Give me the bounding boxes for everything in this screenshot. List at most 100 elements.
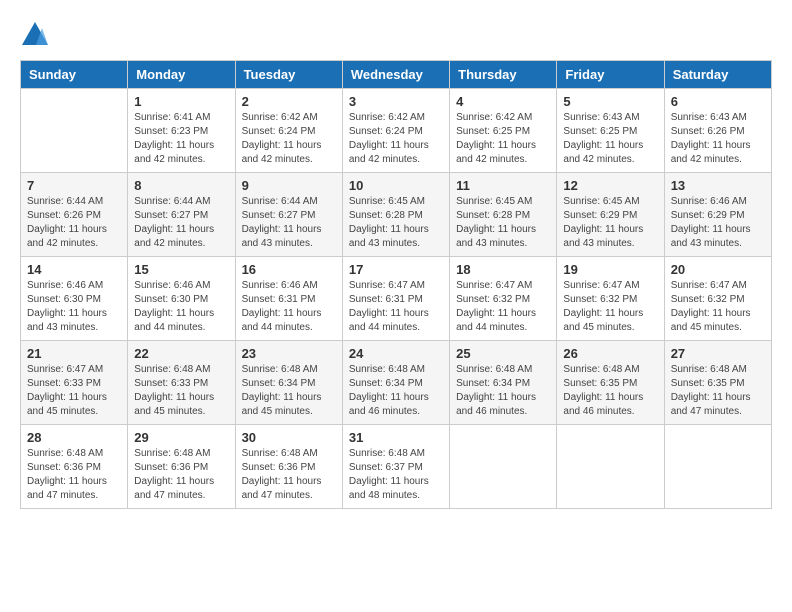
day-number: 28 xyxy=(27,430,121,445)
cell-info: Sunrise: 6:48 AM Sunset: 6:33 PM Dayligh… xyxy=(134,363,228,419)
calendar-cell: 20 Sunrise: 6:47 AM Sunset: 6:32 PM Dayli… xyxy=(664,257,771,341)
cell-info: Sunrise: 6:44 AM Sunset: 6:27 PM Dayligh… xyxy=(242,195,336,251)
column-header-wednesday: Wednesday xyxy=(342,61,449,89)
cell-info: Sunrise: 6:47 AM Sunset: 6:33 PM Dayligh… xyxy=(27,363,121,419)
cell-info: Sunrise: 6:42 AM Sunset: 6:25 PM Dayligh… xyxy=(456,111,550,167)
day-number: 2 xyxy=(242,94,336,109)
day-number: 24 xyxy=(349,346,443,361)
cell-info: Sunrise: 6:47 AM Sunset: 6:32 PM Dayligh… xyxy=(671,279,765,335)
cell-info: Sunrise: 6:48 AM Sunset: 6:35 PM Dayligh… xyxy=(671,363,765,419)
cell-info: Sunrise: 6:45 AM Sunset: 6:28 PM Dayligh… xyxy=(456,195,550,251)
day-number: 23 xyxy=(242,346,336,361)
calendar-cell: 27 Sunrise: 6:48 AM Sunset: 6:35 PM Dayli… xyxy=(664,341,771,425)
calendar-header: SundayMondayTuesdayWednesdayThursdayFrid… xyxy=(21,61,772,89)
day-number: 20 xyxy=(671,262,765,277)
calendar-cell: 21 Sunrise: 6:47 AM Sunset: 6:33 PM Dayli… xyxy=(21,341,128,425)
logo xyxy=(20,20,54,50)
calendar-cell: 19 Sunrise: 6:47 AM Sunset: 6:32 PM Dayli… xyxy=(557,257,664,341)
calendar-cell: 30 Sunrise: 6:48 AM Sunset: 6:36 PM Dayli… xyxy=(235,425,342,509)
cell-info: Sunrise: 6:42 AM Sunset: 6:24 PM Dayligh… xyxy=(242,111,336,167)
calendar-week-5: 28 Sunrise: 6:48 AM Sunset: 6:36 PM Dayli… xyxy=(21,425,772,509)
day-number: 6 xyxy=(671,94,765,109)
calendar-cell xyxy=(557,425,664,509)
day-number: 11 xyxy=(456,178,550,193)
calendar-cell xyxy=(450,425,557,509)
day-number: 1 xyxy=(134,94,228,109)
cell-info: Sunrise: 6:42 AM Sunset: 6:24 PM Dayligh… xyxy=(349,111,443,167)
calendar-cell: 18 Sunrise: 6:47 AM Sunset: 6:32 PM Dayli… xyxy=(450,257,557,341)
calendar-cell: 9Sunrise: 6:44 AM Sunset: 6:27 PM Daylig… xyxy=(235,173,342,257)
day-number: 7 xyxy=(27,178,121,193)
day-number: 25 xyxy=(456,346,550,361)
day-number: 17 xyxy=(349,262,443,277)
calendar-cell: 3 Sunrise: 6:42 AM Sunset: 6:24 PM Daylig… xyxy=(342,89,449,173)
calendar-cell: 11 Sunrise: 6:45 AM Sunset: 6:28 PM Dayli… xyxy=(450,173,557,257)
cell-info: Sunrise: 6:48 AM Sunset: 6:34 PM Dayligh… xyxy=(349,363,443,419)
day-number: 22 xyxy=(134,346,228,361)
cell-info: Sunrise: 6:43 AM Sunset: 6:26 PM Dayligh… xyxy=(671,111,765,167)
calendar-cell: 10 Sunrise: 6:45 AM Sunset: 6:28 PM Dayli… xyxy=(342,173,449,257)
cell-info: Sunrise: 6:47 AM Sunset: 6:32 PM Dayligh… xyxy=(456,279,550,335)
calendar-cell: 4Sunrise: 6:42 AM Sunset: 6:25 PM Daylig… xyxy=(450,89,557,173)
cell-info: Sunrise: 6:48 AM Sunset: 6:36 PM Dayligh… xyxy=(134,447,228,503)
cell-info: Sunrise: 6:47 AM Sunset: 6:32 PM Dayligh… xyxy=(563,279,657,335)
column-header-saturday: Saturday xyxy=(664,61,771,89)
calendar-cell: 7 Sunrise: 6:44 AM Sunset: 6:26 PM Daylig… xyxy=(21,173,128,257)
calendar-cell: 5 Sunrise: 6:43 AM Sunset: 6:25 PM Daylig… xyxy=(557,89,664,173)
cell-info: Sunrise: 6:41 AM Sunset: 6:23 PM Dayligh… xyxy=(134,111,228,167)
cell-info: Sunrise: 6:46 AM Sunset: 6:30 PM Dayligh… xyxy=(134,279,228,335)
calendar-cell: 1 Sunrise: 6:41 AM Sunset: 6:23 PM Daylig… xyxy=(128,89,235,173)
day-number: 21 xyxy=(27,346,121,361)
cell-info: Sunrise: 6:46 AM Sunset: 6:30 PM Dayligh… xyxy=(27,279,121,335)
day-number: 10 xyxy=(349,178,443,193)
day-number: 12 xyxy=(563,178,657,193)
page-header xyxy=(20,20,772,50)
cell-info: Sunrise: 6:47 AM Sunset: 6:31 PM Dayligh… xyxy=(349,279,443,335)
cell-info: Sunrise: 6:48 AM Sunset: 6:36 PM Dayligh… xyxy=(242,447,336,503)
cell-info: Sunrise: 6:46 AM Sunset: 6:31 PM Dayligh… xyxy=(242,279,336,335)
day-number: 15 xyxy=(134,262,228,277)
calendar-cell xyxy=(664,425,771,509)
calendar-cell: 12 Sunrise: 6:45 AM Sunset: 6:29 PM Dayli… xyxy=(557,173,664,257)
calendar-cell: 16Sunrise: 6:46 AM Sunset: 6:31 PM Dayli… xyxy=(235,257,342,341)
cell-info: Sunrise: 6:43 AM Sunset: 6:25 PM Dayligh… xyxy=(563,111,657,167)
calendar-cell: 15 Sunrise: 6:46 AM Sunset: 6:30 PM Dayli… xyxy=(128,257,235,341)
calendar-cell: 25 Sunrise: 6:48 AM Sunset: 6:34 PM Dayli… xyxy=(450,341,557,425)
calendar-week-1: 1 Sunrise: 6:41 AM Sunset: 6:23 PM Daylig… xyxy=(21,89,772,173)
logo-icon xyxy=(20,20,50,50)
day-number: 29 xyxy=(134,430,228,445)
calendar-cell: 13Sunrise: 6:46 AM Sunset: 6:29 PM Dayli… xyxy=(664,173,771,257)
cell-info: Sunrise: 6:48 AM Sunset: 6:34 PM Dayligh… xyxy=(456,363,550,419)
day-number: 5 xyxy=(563,94,657,109)
cell-info: Sunrise: 6:45 AM Sunset: 6:29 PM Dayligh… xyxy=(563,195,657,251)
cell-info: Sunrise: 6:48 AM Sunset: 6:36 PM Dayligh… xyxy=(27,447,121,503)
calendar-cell: 23Sunrise: 6:48 AM Sunset: 6:34 PM Dayli… xyxy=(235,341,342,425)
calendar-cell: 14 Sunrise: 6:46 AM Sunset: 6:30 PM Dayli… xyxy=(21,257,128,341)
day-number: 14 xyxy=(27,262,121,277)
day-number: 18 xyxy=(456,262,550,277)
calendar-week-4: 21 Sunrise: 6:47 AM Sunset: 6:33 PM Dayli… xyxy=(21,341,772,425)
cell-info: Sunrise: 6:45 AM Sunset: 6:28 PM Dayligh… xyxy=(349,195,443,251)
day-number: 27 xyxy=(671,346,765,361)
calendar-cell: 28 Sunrise: 6:48 AM Sunset: 6:36 PM Dayli… xyxy=(21,425,128,509)
cell-info: Sunrise: 6:44 AM Sunset: 6:26 PM Dayligh… xyxy=(27,195,121,251)
calendar-cell: 6 Sunrise: 6:43 AM Sunset: 6:26 PM Daylig… xyxy=(664,89,771,173)
cell-info: Sunrise: 6:48 AM Sunset: 6:35 PM Dayligh… xyxy=(563,363,657,419)
column-header-thursday: Thursday xyxy=(450,61,557,89)
cell-info: Sunrise: 6:44 AM Sunset: 6:27 PM Dayligh… xyxy=(134,195,228,251)
calendar-week-2: 7 Sunrise: 6:44 AM Sunset: 6:26 PM Daylig… xyxy=(21,173,772,257)
calendar-cell: 22 Sunrise: 6:48 AM Sunset: 6:33 PM Dayli… xyxy=(128,341,235,425)
day-number: 3 xyxy=(349,94,443,109)
calendar-table: SundayMondayTuesdayWednesdayThursdayFrid… xyxy=(20,60,772,509)
calendar-cell xyxy=(21,89,128,173)
day-number: 13 xyxy=(671,178,765,193)
day-number: 31 xyxy=(349,430,443,445)
day-number: 8 xyxy=(134,178,228,193)
day-number: 30 xyxy=(242,430,336,445)
calendar-cell: 26Sunrise: 6:48 AM Sunset: 6:35 PM Dayli… xyxy=(557,341,664,425)
day-number: 19 xyxy=(563,262,657,277)
calendar-cell: 24 Sunrise: 6:48 AM Sunset: 6:34 PM Dayli… xyxy=(342,341,449,425)
calendar-body: 1 Sunrise: 6:41 AM Sunset: 6:23 PM Daylig… xyxy=(21,89,772,509)
calendar-week-3: 14 Sunrise: 6:46 AM Sunset: 6:30 PM Dayli… xyxy=(21,257,772,341)
column-header-tuesday: Tuesday xyxy=(235,61,342,89)
